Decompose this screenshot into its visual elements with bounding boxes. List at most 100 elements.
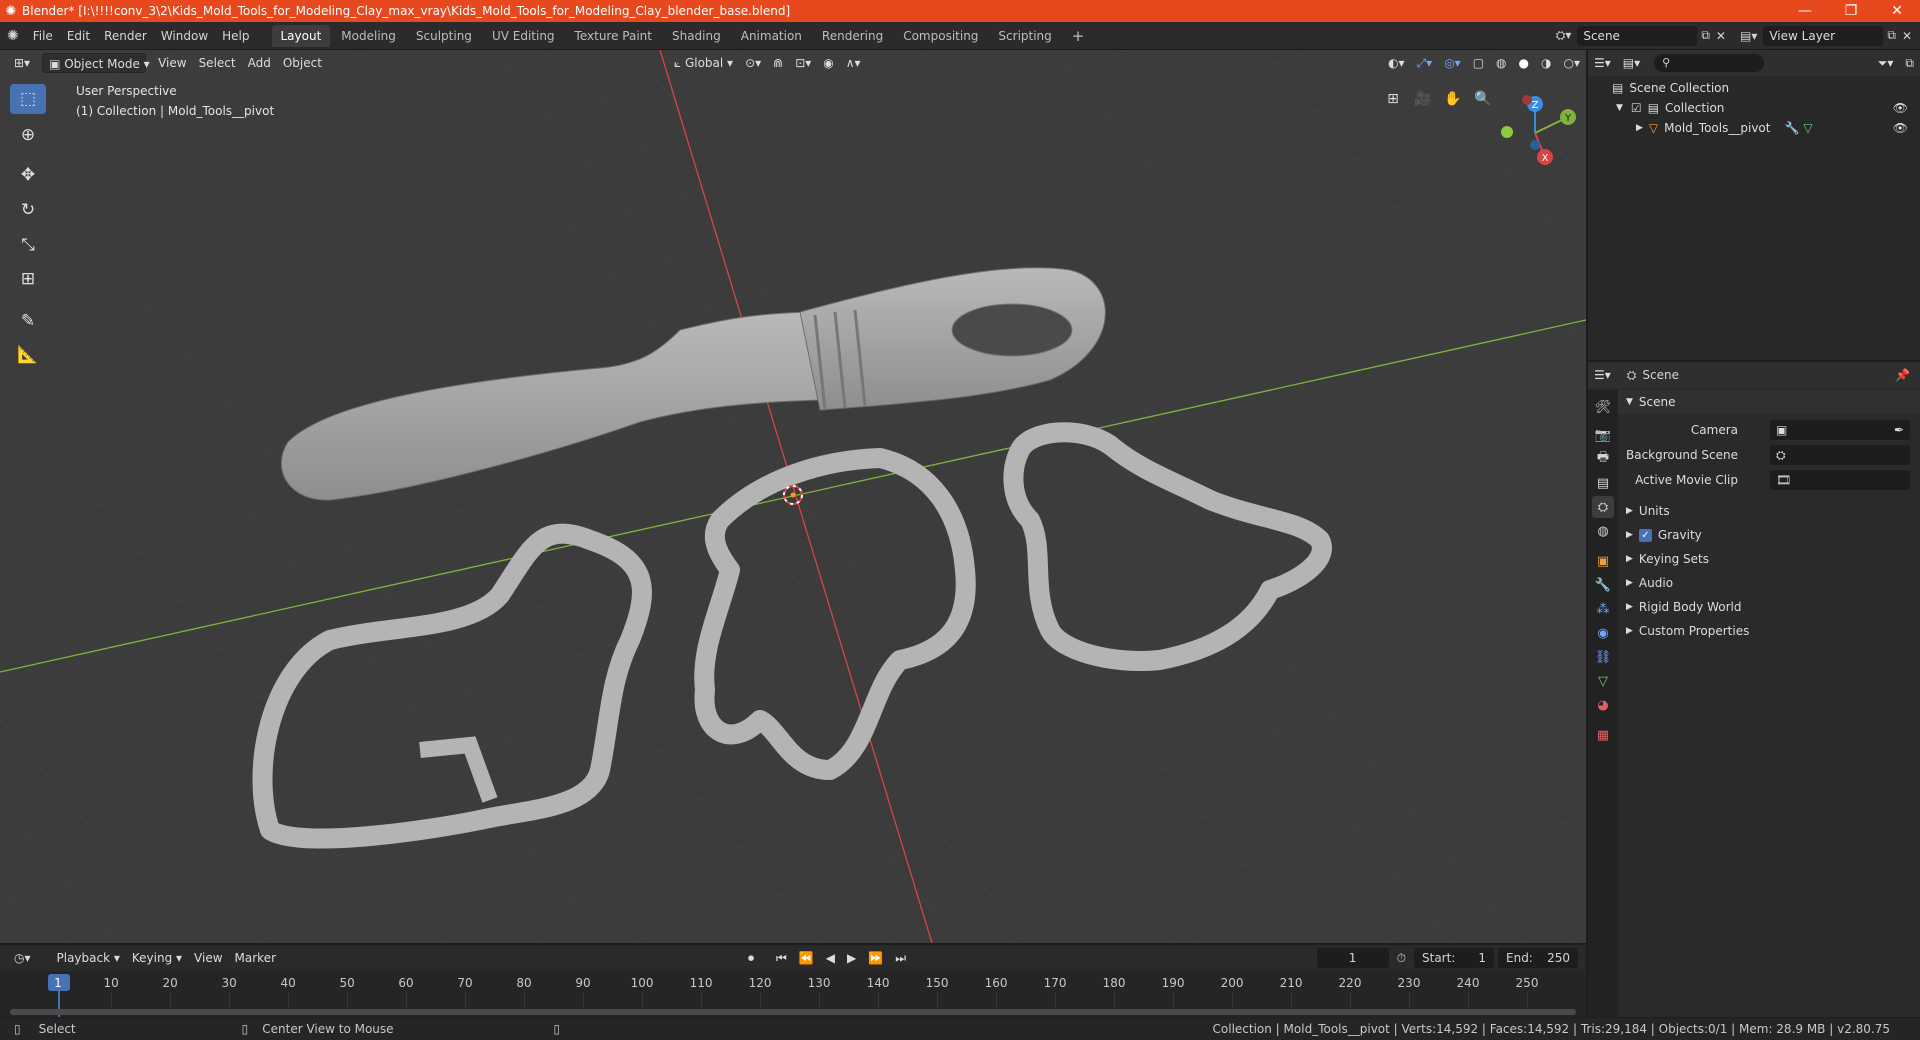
snap-target-icon[interactable]: ⊡▾ [789, 53, 817, 73]
texture-tab-icon[interactable]: ▦ [1592, 724, 1614, 746]
timeline-menu-marker[interactable]: Marker [229, 948, 282, 968]
menu-render[interactable]: Render [97, 22, 154, 50]
menu-file[interactable]: File [26, 22, 60, 50]
units-section[interactable]: ▶ Units [1618, 499, 1920, 523]
view-layer-field[interactable]: View Layer [1763, 25, 1884, 46]
editor-type-icon[interactable]: ⊞▾ [8, 53, 36, 73]
record-button[interactable]: ⏺ [742, 948, 760, 968]
tab-layout[interactable]: Layout [271, 24, 331, 47]
grid-view-icon[interactable]: ⊞ [1380, 86, 1406, 112]
view-layer-icon[interactable]: ▤▾ [1734, 29, 1763, 43]
pan-hand-icon[interactable]: ✋ [1440, 86, 1466, 112]
snap-icon[interactable]: ⋒ [767, 53, 789, 73]
menu-window[interactable]: Window [154, 22, 215, 50]
wireframe-shading-icon[interactable]: ◍ [1490, 53, 1512, 73]
new-scene-icon[interactable]: ⧉ [1697, 28, 1714, 43]
tool-tab-icon[interactable]: 🛠 [1592, 396, 1614, 418]
viewport-menu-add[interactable]: Add [242, 53, 277, 73]
3d-viewport[interactable]: ⊞▾ ▣ Object Mode ▾ View Select Add Objec… [0, 50, 1586, 943]
outliner-collection[interactable]: ▼ ☑ ▤ Collection 👁 [1588, 98, 1920, 118]
transform-tool-icon[interactable]: ⊞ [10, 264, 46, 294]
expand-arrow-icon[interactable]: ▼ [1616, 103, 1623, 113]
rendered-shading-icon[interactable]: ○▾ [1558, 53, 1587, 73]
physics-tab-icon[interactable]: ◉ [1592, 622, 1614, 644]
scene-panel-header[interactable]: ▼ Scene [1618, 390, 1920, 414]
gizmo-toggle-icon[interactable]: ⤢▾ [1411, 53, 1439, 73]
scene-tab-icon[interactable]: ⛭ [1592, 496, 1614, 518]
display-mode-icon[interactable]: ▤▾ [1617, 53, 1646, 73]
add-workspace-button[interactable]: + [1063, 25, 1094, 47]
collection-checkbox-icon[interactable]: ☑ [1631, 101, 1642, 115]
proportional-edit-icon[interactable]: ◉ [817, 53, 839, 73]
solid-shading-icon[interactable]: ● [1513, 53, 1535, 73]
transform-orientation-dropdown[interactable]: ⟀ Global ▾ [668, 53, 739, 73]
move-tool-icon[interactable]: ✥ [10, 160, 46, 190]
stopwatch-icon[interactable]: ⏱ [1397, 951, 1406, 966]
outliner-search-field[interactable]: ⚲ [1654, 54, 1765, 72]
filter-icon[interactable]: ⏷▾ [1872, 53, 1900, 73]
timeline-scrollbar[interactable] [10, 1009, 1576, 1015]
play-reverse-button[interactable]: ◀ [820, 948, 841, 968]
new-view-layer-icon[interactable]: ⧉ [1883, 28, 1900, 43]
camera-field[interactable]: ▣ ✒ [1770, 420, 1910, 440]
object-mode-dropdown[interactable]: ▣ Object Mode ▾ [42, 53, 150, 73]
timeline-menu-keying[interactable]: Keying ▾ [126, 948, 188, 968]
output-tab-icon[interactable]: 🖶 [1592, 448, 1614, 470]
visibility-eye-icon[interactable]: 👁 [1893, 101, 1908, 115]
new-collection-icon[interactable]: ⧉ [1899, 53, 1920, 73]
properties-editor-icon[interactable]: ☰▾ [1588, 365, 1617, 385]
xray-icon[interactable]: ▢ [1467, 53, 1490, 73]
start-frame-field[interactable]: Start: 1 [1414, 948, 1494, 968]
jump-end-button[interactable]: ⏭ [889, 948, 912, 968]
constraints-tab-icon[interactable]: ⛓ [1592, 646, 1614, 668]
eyedropper-icon[interactable]: ✒ [1894, 420, 1904, 440]
pivot-point-icon[interactable]: ⊙▾ [739, 53, 767, 73]
scale-tool-icon[interactable]: ⤡ [10, 230, 46, 260]
tab-modeling[interactable]: Modeling [332, 25, 405, 47]
annotate-tool-icon[interactable]: ✎ [10, 306, 46, 336]
cursor-tool-icon[interactable]: ⊕ [10, 120, 46, 150]
tab-sculpting[interactable]: Sculpting [407, 25, 481, 47]
tab-uv-editing[interactable]: UV Editing [483, 25, 564, 47]
tab-shading[interactable]: Shading [663, 25, 730, 47]
camera-view-icon[interactable]: 🎥 [1410, 86, 1436, 112]
jump-start-button[interactable]: ⏮ [770, 948, 793, 968]
minimize-button[interactable]: — [1782, 3, 1828, 19]
keying-sets-section[interactable]: ▶ Keying Sets [1618, 547, 1920, 571]
outliner-object[interactable]: ▶ ▽ Mold_Tools__pivot 🔧 ▽ 👁 [1588, 118, 1920, 138]
delete-scene-icon[interactable]: ✕ [1714, 29, 1734, 43]
tab-compositing[interactable]: Compositing [894, 25, 987, 47]
falloff-icon[interactable]: ∧▾ [840, 53, 867, 73]
timeline-menu-view[interactable]: View [188, 948, 228, 968]
timeline-editor-icon[interactable]: ◷▾ [8, 948, 37, 968]
jump-keyframe-back-button[interactable]: ⏪ [793, 948, 820, 968]
menu-help[interactable]: Help [215, 22, 256, 50]
data-tab-icon[interactable]: ▽ [1592, 670, 1614, 692]
object-tab-icon[interactable]: ▣ [1592, 550, 1614, 572]
timeline-menu-playback[interactable]: Playback ▾ [51, 948, 126, 968]
rotate-tool-icon[interactable]: ↻ [10, 195, 46, 225]
overlays-icon[interactable]: ◎▾ [1438, 53, 1467, 73]
current-frame-field[interactable]: 1 [1316, 948, 1389, 968]
viewport-menu-view[interactable]: View [152, 53, 192, 73]
visibility-eye-icon[interactable]: 👁 [1893, 121, 1908, 135]
maximize-button[interactable]: ❐ [1828, 3, 1874, 19]
modifier-wrench-icon[interactable]: 🔧 [1784, 121, 1799, 135]
particles-tab-icon[interactable]: ⁂ [1592, 598, 1614, 620]
tab-animation[interactable]: Animation [732, 25, 811, 47]
play-button[interactable]: ▶ [841, 948, 862, 968]
tab-rendering[interactable]: Rendering [813, 25, 892, 47]
scene-selector-icon[interactable]: ⛭▾ [1550, 28, 1578, 43]
world-tab-icon[interactable]: ◍ [1592, 520, 1614, 542]
scene-name-field[interactable]: Scene [1577, 25, 1698, 46]
material-tab-icon[interactable]: ◕ [1592, 694, 1614, 716]
rigid-body-world-section[interactable]: ▶ Rigid Body World [1618, 595, 1920, 619]
timeline-ruler[interactable]: 1 10 20 30 40 50 60 70 80 90 100 110 120 130 140 150 160… [0, 971, 1586, 1017]
outliner-scene-collection[interactable]: ▤ Scene Collection [1588, 78, 1920, 98]
material-shading-icon[interactable]: ◑ [1535, 53, 1557, 73]
pin-icon[interactable]: 📌 [1895, 368, 1910, 382]
active-movie-clip-field[interactable]: 🎞 [1770, 470, 1910, 490]
select-box-tool-icon[interactable]: ⬚ [10, 84, 46, 114]
close-button[interactable]: ✕ [1874, 3, 1920, 19]
tab-texture-paint[interactable]: Texture Paint [566, 25, 661, 47]
